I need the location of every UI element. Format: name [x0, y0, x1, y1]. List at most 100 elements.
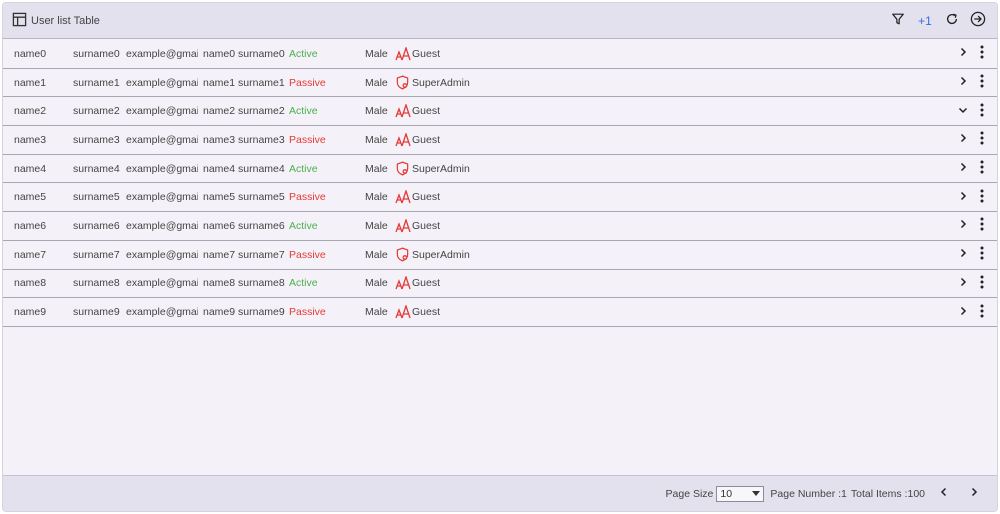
cell-status: Passive — [289, 191, 326, 204]
cell-role: SuperAdmin — [395, 75, 485, 91]
table-row[interactable]: name6 surname6 example@gmai name6 surname6 A… — [3, 212, 997, 241]
chevron-right-icon — [958, 306, 968, 319]
filter-icon — [891, 12, 905, 29]
export-button[interactable] — [965, 8, 991, 34]
cell-full-name: name0 surname0 — [203, 47, 285, 60]
table-row[interactable]: name8 surname8 example@gmai name8 surname8 A… — [3, 269, 997, 299]
page-size-select[interactable]: 10 — [716, 485, 765, 502]
filter-button[interactable] — [885, 8, 911, 34]
role-label: Guest — [412, 219, 441, 232]
font-size-icon — [395, 189, 411, 205]
cell-role: Guest — [395, 46, 485, 62]
more-vertical-icon — [980, 217, 984, 234]
total-items: Total Items :100 — [850, 487, 925, 500]
cell-role: Guest — [395, 132, 485, 148]
cell-status: Active — [289, 219, 318, 232]
row-expand-button[interactable] — [953, 130, 973, 150]
row-expand-button[interactable] — [953, 73, 973, 93]
table-icon — [12, 12, 27, 30]
cell-email: example@gmai — [126, 306, 198, 319]
chevron-right-icon — [958, 47, 968, 60]
cell-gender: Male — [365, 76, 388, 89]
cell-gender: Male — [365, 162, 388, 175]
role-label: SuperAdmin — [412, 248, 470, 261]
cell-name: name6 — [14, 219, 47, 232]
row-expand-button[interactable] — [953, 273, 973, 293]
row-expand-button[interactable] — [953, 187, 973, 207]
shield-icon — [395, 161, 411, 177]
row-menu-button[interactable] — [973, 130, 991, 150]
cell-role: SuperAdmin — [395, 247, 485, 263]
role-label: Guest — [412, 105, 441, 118]
page-size-value: 10 — [720, 487, 733, 500]
cell-full-name: name6 surname6 — [203, 219, 285, 232]
next-page-button[interactable] — [959, 482, 989, 506]
prev-page-button[interactable] — [929, 482, 959, 506]
cell-full-name: name5 surname5 — [203, 191, 285, 204]
cell-surname: surname9 — [73, 306, 120, 319]
role-label: Guest — [412, 277, 441, 290]
table-row[interactable]: name2 surname2 example@gmai name2 surname2 A… — [3, 97, 997, 127]
cell-surname: surname8 — [73, 277, 120, 290]
more-vertical-icon — [980, 246, 984, 263]
row-expand-button[interactable] — [953, 216, 973, 236]
row-menu-button[interactable] — [973, 302, 991, 322]
cell-gender: Male — [365, 219, 388, 232]
font-size-icon — [395, 304, 411, 320]
cell-email: example@gmai — [126, 248, 198, 261]
user-list-table: User list Table +1 name0 surname0 example@… — [2, 2, 998, 512]
cell-full-name: name9 surname9 — [203, 306, 285, 319]
row-menu-button[interactable] — [973, 216, 991, 236]
cell-gender: Male — [365, 133, 388, 146]
row-expand-button[interactable] — [953, 159, 973, 179]
table-row[interactable]: name9 surname9 example@gmai name9 surname9 P… — [3, 298, 997, 327]
row-menu-button[interactable] — [973, 245, 991, 265]
row-expand-button[interactable] — [953, 44, 973, 64]
cell-name: name3 — [14, 133, 47, 146]
role-label: SuperAdmin — [412, 162, 470, 175]
cell-email: example@gmai — [126, 76, 198, 89]
table-row[interactable]: name7 surname7 example@gmai name7 surname7 P… — [3, 240, 997, 270]
cell-name: name9 — [14, 306, 47, 319]
cell-status: Active — [289, 162, 318, 175]
more-vertical-icon — [980, 189, 984, 206]
role-label: Guest — [412, 133, 441, 146]
cell-email: example@gmai — [126, 47, 198, 60]
font-size-icon — [395, 275, 411, 291]
table-row[interactable]: name3 surname3 example@gmai name3 surname3 P… — [3, 126, 997, 155]
shield-icon — [395, 75, 411, 91]
chevron-right-icon — [958, 133, 968, 146]
row-menu-button[interactable] — [973, 159, 991, 179]
cell-email: example@gmai — [126, 277, 198, 290]
row-menu-button[interactable] — [973, 101, 991, 121]
cell-name: name4 — [14, 162, 47, 175]
role-label: Guest — [412, 47, 441, 60]
extra-filters-badge[interactable]: +1 — [911, 8, 939, 34]
cell-role: Guest — [395, 218, 485, 234]
row-menu-button[interactable] — [973, 73, 991, 93]
chevron-right-icon — [958, 219, 968, 232]
row-menu-button[interactable] — [973, 44, 991, 64]
cell-email: example@gmai — [126, 219, 198, 232]
row-expand-button[interactable] — [953, 101, 973, 121]
table-row[interactable]: name5 surname5 example@gmai name5 surname5 P… — [3, 183, 997, 213]
table-header: User list Table +1 — [3, 3, 997, 39]
cell-surname: surname5 — [73, 191, 120, 204]
table-row[interactable]: name0 surname0 example@gmai name0 surname0 A… — [3, 40, 997, 69]
cell-email: example@gmai — [126, 162, 198, 175]
row-expand-button[interactable] — [953, 245, 973, 265]
cell-full-name: name1 surname1 — [203, 76, 285, 89]
table-row[interactable]: name4 surname4 example@gmai name4 surname4 A… — [3, 154, 997, 184]
cell-role: Guest — [395, 189, 485, 205]
cell-surname: surname0 — [73, 47, 120, 60]
row-menu-button[interactable] — [973, 273, 991, 293]
cell-role: Guest — [395, 304, 485, 320]
cell-gender: Male — [365, 105, 388, 118]
refresh-button[interactable] — [939, 8, 965, 34]
cell-name: name7 — [14, 248, 47, 261]
role-label: SuperAdmin — [412, 76, 470, 89]
row-menu-button[interactable] — [973, 187, 991, 207]
row-expand-button[interactable] — [953, 302, 973, 322]
table-row[interactable]: name1 surname1 example@gmai name1 surname1 P… — [3, 68, 997, 98]
cell-full-name: name4 surname4 — [203, 162, 285, 175]
